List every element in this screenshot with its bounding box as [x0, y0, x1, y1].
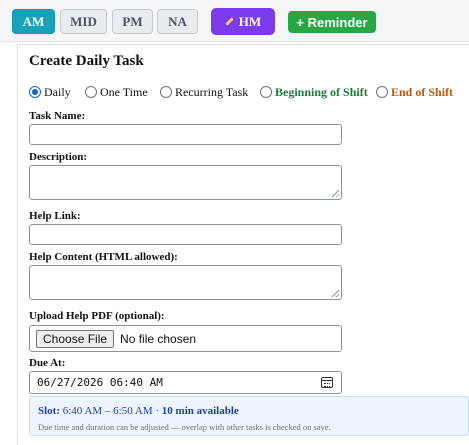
radio-daily-label: Daily — [44, 84, 71, 99]
due-at-label: Due At: — [29, 357, 66, 369]
add-reminder-button[interactable]: + Reminder — [288, 11, 376, 33]
task-name-input[interactable] — [29, 124, 342, 145]
radio-one-time-label: One Time — [100, 84, 148, 99]
radio-daily[interactable]: Daily — [29, 85, 85, 100]
slot-summary: Slot: 6:40 AM – 6:50 AM · 10 min availab… — [38, 405, 239, 417]
radio-one-time-dot[interactable] — [85, 86, 97, 98]
radio-end-of-shift[interactable]: End of Shift — [376, 85, 453, 100]
no-file-text: No file chosen — [120, 331, 197, 346]
description-label: Description: — [29, 151, 88, 163]
form-title: Create Daily Task — [29, 53, 144, 69]
slot-label: Slot: — [38, 405, 60, 417]
radio-recurring-label: Recurring Task — [175, 84, 249, 99]
help-content-textarea[interactable] — [29, 265, 342, 300]
description-textarea[interactable] — [29, 165, 342, 200]
pencil-icon — [225, 17, 234, 26]
radio-daily-dot[interactable] — [29, 86, 41, 98]
upload-pdf-input[interactable]: Choose File No file chosen — [29, 325, 342, 352]
task-type-radio-group: Daily One Time Recurring Task Beginning … — [29, 84, 453, 100]
upload-pdf-label: Upload Help PDF (optional): — [29, 310, 165, 322]
calendar-icon[interactable] — [321, 377, 333, 388]
shift-pm-button[interactable]: PM — [112, 9, 153, 34]
slot-note: Due time and duration can be adjusted — … — [38, 422, 331, 432]
due-at-input[interactable]: 06/27/2026 06:40 AM — [29, 371, 342, 394]
slot-separator: · — [155, 405, 160, 417]
help-content-label: Help Content (HTML allowed): — [29, 251, 178, 263]
resize-handle-icon[interactable] — [332, 190, 339, 197]
hm-button[interactable]: HM — [211, 8, 275, 35]
radio-beginning-of-shift[interactable]: Beginning of Shift — [260, 85, 376, 100]
slot-available: 10 min available — [161, 405, 239, 417]
radio-one-time[interactable]: One Time — [85, 85, 160, 100]
choose-file-button[interactable]: Choose File — [36, 329, 115, 348]
help-link-label: Help Link: — [29, 210, 81, 222]
shift-am-button[interactable]: AM — [12, 9, 55, 34]
due-at-value: 06/27/2026 06:40 AM — [37, 376, 163, 389]
help-link-input[interactable] — [29, 224, 342, 245]
task-name-label: Task Name: — [29, 110, 86, 122]
radio-end-of-shift-dot[interactable] — [376, 86, 388, 98]
radio-beginning-of-shift-label: Beginning of Shift — [275, 84, 368, 99]
radio-beginning-of-shift-dot[interactable] — [260, 86, 272, 98]
radio-recurring[interactable]: Recurring Task — [160, 85, 260, 100]
shift-mid-button[interactable]: MID — [60, 9, 107, 34]
slot-info-box: Slot: 6:40 AM – 6:50 AM · 10 min availab… — [29, 396, 469, 436]
resize-handle-icon[interactable] — [332, 290, 339, 297]
radio-end-of-shift-label: End of Shift — [391, 84, 454, 99]
radio-recurring-dot[interactable] — [160, 86, 172, 98]
shift-na-button[interactable]: NA — [157, 9, 198, 34]
slot-range: 6:40 AM – 6:50 AM — [62, 405, 153, 417]
shift-toolbar: AM MID PM NA HM + Reminder — [0, 0, 469, 42]
hm-label: HM — [238, 13, 262, 29]
